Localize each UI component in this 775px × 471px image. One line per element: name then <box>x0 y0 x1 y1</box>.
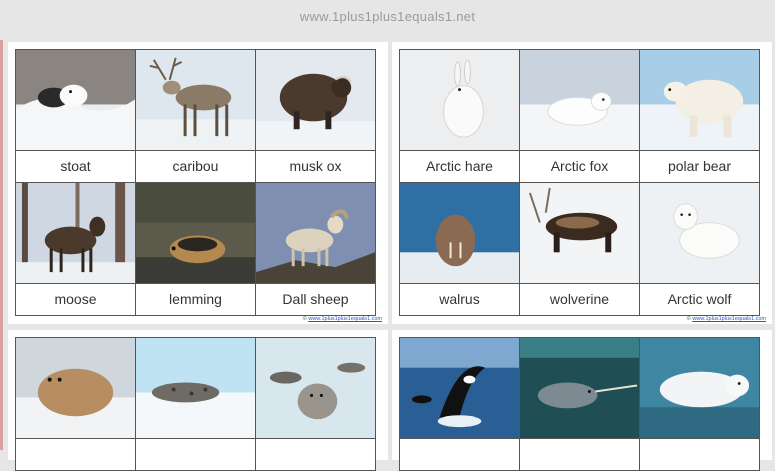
card-arctic-fox: Arctic fox <box>520 50 640 183</box>
card-label <box>16 439 135 470</box>
card-caribou: caribou <box>136 50 256 183</box>
card-dall-sheep: Dall sheep <box>256 183 376 316</box>
card-seals-ice <box>256 338 376 471</box>
copyright-note: © www.1plus1plus1equals1.com <box>303 316 382 322</box>
card-sheet-panel-1: stoat caribou musk ox moose lemming Dall… <box>8 42 388 324</box>
card-musk-ox: musk ox <box>256 50 376 183</box>
site-url: www.1plus1plus1equals1.net <box>299 9 476 24</box>
card-label: musk ox <box>289 158 342 174</box>
card-polar-bear: polar bear <box>640 50 760 183</box>
musk-ox-photo <box>256 50 375 151</box>
copyright-link[interactable]: www.1plus1plus1equals1.com <box>692 316 766 322</box>
card-label: Dall sheep <box>282 291 349 307</box>
card-bearded-seal <box>16 338 136 471</box>
narwhal-photo <box>520 338 639 439</box>
card-narwhal <box>520 338 640 471</box>
card-sheet-panel-4 <box>392 330 772 471</box>
wolverine-photo <box>520 183 639 284</box>
orca-photo <box>400 338 519 439</box>
copyright-symbol: © <box>302 316 307 322</box>
card-label: polar bear <box>667 158 732 174</box>
left-edge-strip <box>0 40 3 450</box>
card-grid-1: stoat caribou musk ox moose lemming Dall… <box>15 49 376 316</box>
card-label: Arctic hare <box>426 158 493 174</box>
bearded-seal-photo <box>16 338 135 439</box>
card-wolverine: wolverine <box>520 183 640 316</box>
card-label <box>520 439 639 470</box>
card-stoat: stoat <box>16 50 136 183</box>
card-moose: moose <box>16 183 136 316</box>
card-label: stoat <box>60 158 91 174</box>
card-label: Arctic wolf <box>667 291 732 307</box>
card-label <box>256 439 375 470</box>
card-label <box>136 439 255 470</box>
moose-photo <box>16 183 135 284</box>
card-lemming: lemming <box>136 183 256 316</box>
card-label <box>400 439 519 470</box>
arctic-wolf-photo <box>640 183 759 284</box>
copyright-link[interactable]: www.1plus1plus1equals1.com <box>308 316 382 322</box>
card-grid-3 <box>15 337 376 471</box>
copyright-symbol: © <box>686 316 691 322</box>
card-walrus: walrus <box>400 183 520 316</box>
card-label: caribou <box>172 158 219 174</box>
card-arctic-wolf: Arctic wolf <box>640 183 760 316</box>
card-harp-seal <box>136 338 256 471</box>
card-sheet-panel-3 <box>8 330 388 471</box>
dall-sheep-photo <box>256 183 375 284</box>
polar-bear-photo <box>640 50 759 151</box>
seals-on-ice-photo <box>256 338 375 439</box>
card-grid-4 <box>399 337 760 471</box>
card-label: walrus <box>439 291 480 307</box>
stoat-photo <box>16 50 135 151</box>
card-beluga <box>640 338 760 471</box>
arctic-hare-photo <box>400 50 519 151</box>
card-label: Arctic fox <box>550 158 609 174</box>
card-label: wolverine <box>549 291 610 307</box>
harp-seal-photo <box>136 338 255 439</box>
card-sheet-panel-2: Arctic hare Arctic fox polar bear walrus… <box>392 42 772 324</box>
card-grid-2: Arctic hare Arctic fox polar bear walrus… <box>399 49 760 316</box>
card-label <box>640 439 759 470</box>
card-orca <box>400 338 520 471</box>
card-arctic-hare: Arctic hare <box>400 50 520 183</box>
card-label: lemming <box>169 291 222 307</box>
copyright-note: © www.1plus1plus1equals1.com <box>687 316 766 322</box>
walrus-photo <box>400 183 519 284</box>
lemming-photo <box>136 183 255 284</box>
arctic-fox-photo <box>520 50 639 151</box>
beluga-photo <box>640 338 759 439</box>
caribou-photo <box>136 50 255 151</box>
card-label: moose <box>54 291 97 307</box>
